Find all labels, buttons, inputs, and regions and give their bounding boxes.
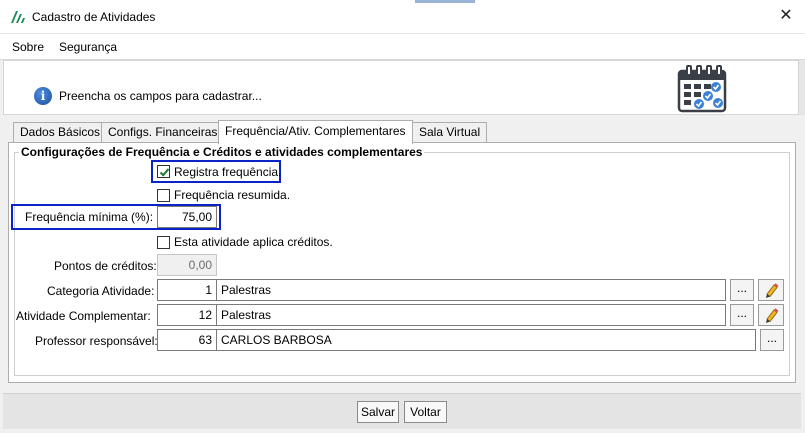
scrollbar[interactable] <box>799 60 805 115</box>
tab-sala-virtual[interactable]: Sala Virtual <box>412 122 488 142</box>
tab-frequencia-ativ-complementares[interactable]: Frequência/Ativ. Complementares <box>218 120 413 144</box>
tab-dados-basicos[interactable]: Dados Básicos <box>13 122 108 142</box>
professor-lookup-button[interactable]: ... <box>760 329 784 351</box>
registra-frequencia-checkbox[interactable] <box>157 165 170 178</box>
tab-label: Sala Virtual <box>419 125 481 139</box>
frequencia-minima-label: Frequência mínima (%): <box>25 210 154 224</box>
tab-label: Frequência/Ativ. Complementares <box>225 124 406 138</box>
frequencia-resumida-label: Frequência resumida. <box>174 188 291 202</box>
categoria-atividade-name[interactable]: Palestras <box>216 279 726 301</box>
info-bar: i Preencha os campos para cadastrar... <box>3 60 799 115</box>
aplica-creditos-checkbox[interactable] <box>157 236 170 249</box>
save-button-label: Salvar <box>360 405 395 419</box>
tab-label: Dados Básicos <box>20 125 101 139</box>
registra-frequencia-label: Registra frequência. <box>174 165 282 179</box>
back-button[interactable]: Voltar <box>404 401 447 423</box>
close-icon[interactable]: ✕ <box>774 6 798 28</box>
check-icon <box>159 168 170 177</box>
window-title: Cadastro de Atividades <box>32 10 156 24</box>
frequencia-resumida-checkbox[interactable] <box>157 189 170 202</box>
complementar-edit-button[interactable] <box>758 304 784 326</box>
frequencia-minima-input[interactable]: 75,00 <box>157 206 217 228</box>
complementar-lookup-button[interactable]: ... <box>730 304 754 326</box>
save-button[interactable]: Salvar <box>357 401 399 423</box>
categoria-atividade-label: Categoria Atividade: <box>47 284 155 298</box>
atividade-complementar-name[interactable]: Palestras <box>216 304 726 326</box>
categoria-lookup-button[interactable]: ... <box>730 279 754 301</box>
categoria-atividade-code[interactable]: 1 <box>157 279 217 301</box>
footer-bar <box>3 393 801 429</box>
atividade-complementar-code[interactable]: 12 <box>157 304 217 326</box>
categoria-edit-button[interactable] <box>758 279 784 301</box>
group-title: Configurações de Frequência e Créditos e… <box>19 145 425 159</box>
menu-bar: Sobre Segurança <box>0 34 805 60</box>
aplica-creditos-label: Esta atividade aplica créditos. <box>174 235 333 249</box>
menu-sobre-label: Sobre <box>12 40 45 54</box>
calendar-icon <box>677 65 727 113</box>
back-button-label: Voltar <box>410 405 441 419</box>
title-accent <box>415 0 475 3</box>
pontos-creditos-label: Pontos de créditos: <box>54 259 157 273</box>
pencil-icon <box>766 308 779 323</box>
tab-configs-financeiras[interactable]: Configs. Financeiras <box>101 122 225 142</box>
app-logo-icon <box>11 11 25 23</box>
professor-responsavel-code[interactable]: 63 <box>157 329 217 351</box>
pencil-icon <box>766 283 779 298</box>
atividade-complementar-label: Atividade Complementar: <box>16 309 151 323</box>
info-icon: i <box>34 87 52 105</box>
info-message: Preencha os campos para cadastrar... <box>59 89 262 103</box>
menu-sobre[interactable]: Sobre <box>12 40 44 54</box>
pontos-creditos-input[interactable]: 0,00 <box>157 254 217 276</box>
menu-seguranca-label: Segurança <box>59 40 118 54</box>
menu-seguranca[interactable]: Segurança <box>59 40 117 54</box>
tab-label: Configs. Financeiras <box>108 125 218 139</box>
title-bar: Cadastro de Atividades ✕ <box>0 0 805 34</box>
professor-responsavel-name[interactable]: CARLOS BARBOSA <box>216 329 756 351</box>
professor-responsavel-label: Professor responsável: <box>35 334 158 348</box>
